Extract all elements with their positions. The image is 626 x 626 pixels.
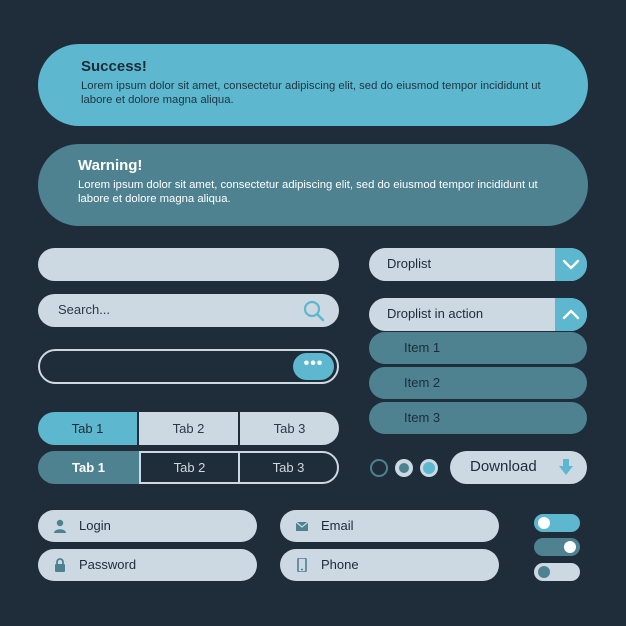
warning-alert: Warning! Lorem ipsum dolor sit amet, con… [38, 144, 588, 226]
lock-icon [55, 558, 65, 572]
radio-button-1[interactable] [370, 459, 388, 477]
login-label: Login [79, 518, 111, 533]
tab-2[interactable]: Tab 2 [139, 412, 240, 445]
tab-1[interactable]: Tab 1 [38, 451, 139, 484]
toggle-knob [538, 517, 550, 529]
droplist-label: Droplist in action [387, 306, 484, 321]
droplist-item-label: Item 3 [404, 410, 441, 425]
droplist-toggle-button[interactable] [555, 298, 587, 331]
tab-3[interactable]: Tab 3 [240, 412, 339, 445]
phone-label: Phone [321, 557, 359, 572]
toggle-switch-3[interactable] [534, 563, 580, 581]
email-label: Email [321, 518, 354, 533]
user-icon [54, 519, 66, 533]
droplist-label: Droplist [387, 256, 432, 271]
tab-bar-light: Tab 1 Tab 2 Tab 3 [38, 412, 339, 445]
login-field[interactable]: Login [38, 510, 257, 542]
tab-3[interactable]: Tab 3 [238, 451, 339, 484]
ellipsis-icon[interactable]: ••• [293, 353, 334, 380]
tab-1[interactable]: Tab 1 [38, 412, 139, 445]
radio-dot [399, 463, 409, 473]
toggle-knob [564, 541, 576, 553]
search-placeholder: Search... [58, 302, 111, 317]
phone-icon [297, 558, 307, 572]
radio-dot [423, 462, 435, 474]
warning-alert-title: Warning! [78, 157, 143, 174]
droplist-open[interactable]: Droplist in action [369, 298, 587, 331]
toggle-switch-1[interactable] [534, 514, 580, 532]
chevron-up-icon [562, 309, 580, 320]
email-field[interactable]: Email [280, 510, 499, 542]
success-alert-title: Success! [81, 58, 147, 75]
success-alert-body: Lorem ipsum dolor sit amet, consectetur … [81, 80, 541, 106]
radio-button-2[interactable] [395, 459, 413, 477]
droplist-item-3[interactable]: Item 3 [369, 402, 587, 434]
chevron-down-icon [562, 259, 580, 270]
droplist-item-2[interactable]: Item 2 [369, 367, 587, 399]
phone-field[interactable]: Phone [280, 549, 499, 581]
plain-text-input[interactable] [38, 248, 339, 281]
success-alert: Success! Lorem ipsum dolor sit amet, con… [38, 44, 588, 126]
droplist-item-1[interactable]: Item 1 [369, 332, 587, 364]
droplist-item-label: Item 1 [404, 340, 441, 355]
radio-button-3[interactable] [420, 459, 438, 477]
droplist-closed[interactable]: Droplist [369, 248, 587, 281]
password-field[interactable]: Password [38, 549, 257, 581]
password-label: Password [79, 557, 137, 572]
tab-bar-dark: Tab 1 Tab 2 Tab 3 [38, 451, 339, 484]
action-input[interactable]: ••• [38, 349, 339, 384]
search-icon[interactable] [301, 298, 327, 324]
droplist-toggle-button[interactable] [555, 248, 587, 281]
warning-alert-body: Lorem ipsum dolor sit amet, consectetur … [78, 179, 538, 205]
download-arrow-icon [559, 459, 573, 475]
droplist-item-label: Item 2 [404, 375, 441, 390]
tab-2[interactable]: Tab 2 [139, 451, 238, 484]
toggle-switch-2[interactable] [534, 538, 580, 556]
download-label: Download [470, 458, 537, 475]
toggle-knob [538, 566, 550, 578]
envelope-icon [295, 521, 309, 531]
download-button[interactable]: Download [450, 451, 587, 484]
search-input[interactable]: Search... [38, 294, 339, 327]
